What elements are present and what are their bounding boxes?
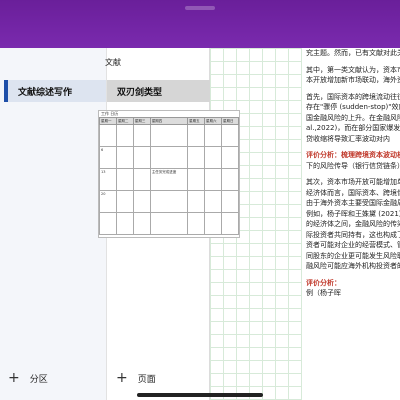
calendar-cell [220, 168, 240, 191]
document-paragraph: 评价分析：梳理跨境资本波动机制下的风险传导（银行信贷链条） [306, 150, 400, 171]
calendar-cell [115, 146, 134, 169]
calendar-cell [132, 168, 151, 191]
calendar-cell [220, 146, 240, 169]
selected-indicator [4, 80, 8, 102]
notebook-title[interactable]: 文献 [0, 48, 210, 76]
document-line: 评价分析：梳理跨境资本波动机制 [306, 151, 400, 159]
document-line: 资者可能对企业的经营模式、管理 [306, 241, 400, 249]
multitask-handle[interactable] [185, 6, 215, 10]
page-item-double-edged-sword[interactable]: 双刃剑类型 [107, 80, 210, 102]
calendar-cell [132, 190, 151, 213]
plus-icon: + [116, 370, 128, 386]
document-line: 例如，杨子晖和王姝黛 (2021) 研究 [306, 209, 400, 218]
home-indicator[interactable] [137, 393, 263, 397]
calendar-note: 主任务完成进度 [151, 170, 177, 174]
calendar-header-cell: 星期日 [220, 117, 240, 125]
calendar-cell [220, 124, 240, 147]
calendar-table: 星期一 星期二 星期三 星期四 星期五 星期六 星期日 6 13 主任务完成进度 20 [99, 117, 240, 235]
document-line: 究主题。然而，已有文献对此关注 [306, 49, 400, 57]
document-paragraph: 评价分析： 例（杨子晖 [306, 278, 400, 299]
calendar-cell [149, 190, 189, 213]
calendar-cell [149, 146, 189, 169]
calendar-cell [204, 212, 222, 235]
document-line: 同股东的企业更可能发生风险联动 [306, 251, 400, 260]
calendar-header-cell: 星期一 [99, 117, 117, 125]
document-paragraph: 究主题。然而，已有文献对此关注 [306, 48, 400, 59]
calendar-header-cell: 星期二 [115, 117, 134, 125]
calendar-row [99, 212, 240, 235]
document-line: 下的风险传导（银行信贷链条） [306, 161, 400, 170]
calendar-header-cell: 星期五 [187, 117, 206, 125]
calendar-cell [187, 124, 206, 147]
calendar-cell [204, 168, 222, 191]
calendar-cell [187, 146, 206, 169]
calendar-cell [115, 212, 134, 235]
section-item-literature-review[interactable]: 文献综述写作 [4, 80, 106, 102]
document-line: 融风险可能应海外机构投资者的 [306, 262, 400, 270]
document-line: 的经济体之间，金融风险的传染 [306, 220, 400, 228]
document-line: 际投资者共同持有，这也构成了金融 [306, 230, 400, 239]
calendar-cell [220, 190, 240, 213]
calendar-cell [187, 212, 206, 235]
document-paragraph: 其中，第一类文献认为，资本市场本开放增加新市场联动，海外资 [306, 65, 400, 86]
calendar-image[interactable]: 工作 日历 星期一 星期二 星期三 星期四 星期五 星期六 星期日 6 13 主任务完成进度 20 [98, 110, 240, 238]
document-line: 国金融风险的上升。在金融风险 [306, 113, 400, 122]
calendar-row: 6 [99, 146, 240, 169]
document-line: al.,2022)，而在部分国家爆发金融 [306, 124, 400, 132]
calendar-cell [132, 212, 151, 235]
calendar-cell [132, 146, 151, 169]
calendar-row: 13 主任务完成进度 [99, 168, 240, 191]
calendar-cell [99, 212, 117, 235]
section-item-label: 文献综述写作 [18, 87, 73, 98]
calendar-cell [187, 190, 206, 213]
add-section-label: 分区 [29, 374, 48, 385]
calendar-cell [149, 212, 189, 235]
document-line: 例（杨子晖 [306, 289, 341, 297]
calendar-cell: 6 [99, 146, 117, 169]
add-page-label: 页面 [137, 374, 156, 385]
add-page-button[interactable]: + 页面 [116, 368, 156, 388]
plus-icon: + [8, 370, 20, 386]
calendar-header-cell: 星期四 [149, 117, 189, 125]
calendar-cell [115, 168, 134, 191]
calendar-cell [204, 146, 222, 169]
calendar-row [99, 124, 240, 147]
calendar-header-cell: 星期六 [204, 117, 222, 125]
calendar-cell: 主任务完成进度 [149, 168, 189, 191]
calendar-row: 20 [99, 190, 240, 213]
document-line: 其次，资本市场开放可能增加单一 [306, 178, 400, 186]
calendar-cell: 13 [99, 168, 117, 191]
add-section-button[interactable]: + 分区 [8, 368, 48, 388]
document-paragraph: 首先，国际资本的跨境流动往往 存在"骤停 (sudden-stop)"效应 国金融风… [306, 92, 400, 145]
document-line: 本开放增加新市场联动，海外资 [306, 76, 400, 84]
document-paragraph: 其次，资本市场开放可能增加单一经济体而言，国际资本、跨境借贷由于海外资本主要受国… [306, 177, 400, 272]
calendar-cell [99, 124, 117, 147]
notebook-title-label: 文献 [105, 57, 121, 67]
calendar-cell [204, 190, 222, 213]
calendar-cell [220, 212, 240, 235]
document-line: 贷收缩将导致汇率波动对内 [306, 134, 390, 143]
calendar-cell [149, 124, 189, 147]
document-line: 评价分析： [306, 278, 341, 287]
document-line: 首先，国际资本的跨境流动往往 [306, 92, 400, 101]
document-line: 由于海外资本主要受国际金融周期 [306, 199, 400, 207]
document-line: 存在"骤停 (sudden-stop)"效应 [306, 103, 400, 111]
calendar-header-cell: 星期三 [132, 117, 151, 125]
calendar-cell [132, 124, 151, 147]
calendar-cell [187, 168, 206, 191]
calendar-cell [115, 190, 134, 213]
app-title-bar [0, 0, 400, 48]
calendar-cell [204, 124, 222, 147]
embedded-document[interactable]: 究主题。然而，已有文献对此关注其中，第一类文献认为，资本市场本开放增加新市场联动… [302, 48, 400, 400]
page-item-label: 双刃剑类型 [117, 87, 163, 98]
calendar-cell: 20 [99, 190, 117, 213]
document-line: 其中，第一类文献认为，资本市场 [306, 65, 400, 74]
calendar-cell [115, 124, 134, 147]
document-line: 经济体而言，国际资本、跨境借贷 [306, 188, 400, 197]
